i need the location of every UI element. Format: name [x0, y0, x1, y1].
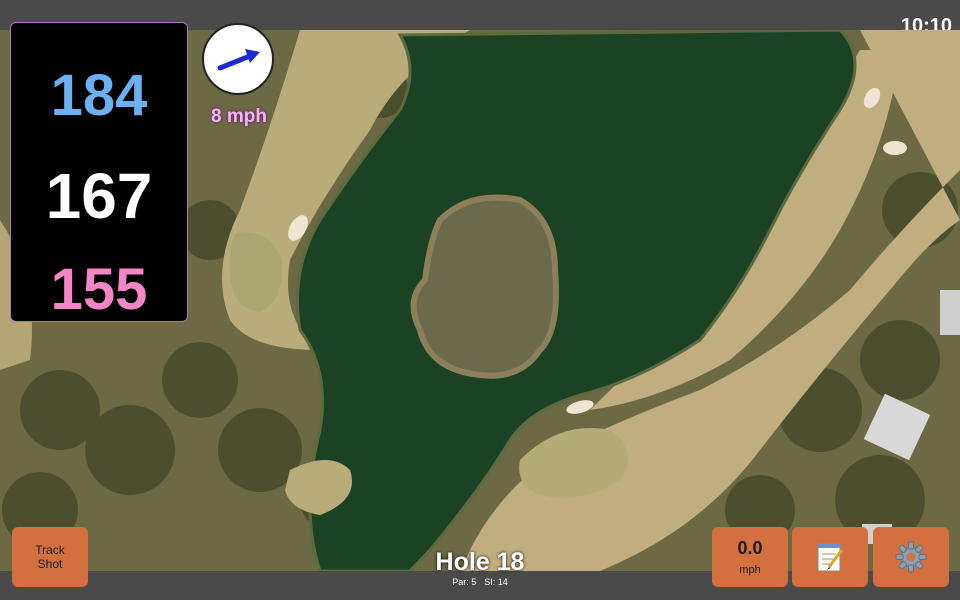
front-yardage: 155 — [50, 257, 148, 322]
speed-button[interactable]: 0.0 mph — [712, 527, 788, 587]
notes-button[interactable] — [792, 527, 868, 587]
speed-value: 0.0 — [737, 538, 763, 558]
hole-par: Par: 5 — [452, 577, 477, 587]
wind-direction-arrow-icon — [217, 49, 260, 71]
track-shot-button[interactable]: Track Shot — [12, 527, 88, 587]
yardage-panel: 184 167 155 — [10, 22, 188, 322]
middle-yardage: 167 — [45, 160, 153, 232]
hole-stroke-index: SI: 14 — [484, 577, 508, 587]
settings-button[interactable] — [873, 527, 949, 587]
hole-title: Hole 18 — [435, 548, 525, 576]
back-yardage: 184 — [50, 63, 148, 128]
notepad-icon — [817, 543, 844, 572]
track-shot-label: Track Shot — [35, 543, 65, 571]
gear-icon — [895, 541, 927, 573]
wind-dial — [202, 23, 274, 95]
speed-unit: mph — [739, 564, 761, 576]
hole-info: Par: 5 SI: 14 — [380, 577, 580, 587]
wind-speed: 8 mph — [211, 106, 267, 127]
